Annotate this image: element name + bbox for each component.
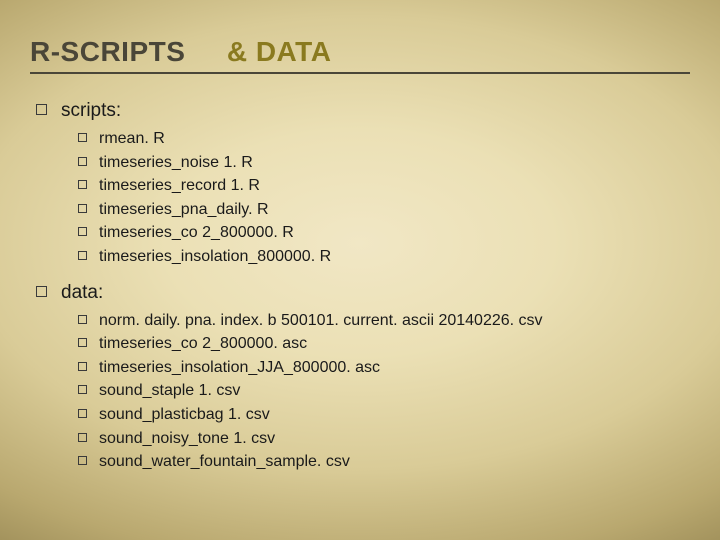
square-bullet-icon — [78, 157, 87, 166]
square-bullet-icon — [78, 433, 87, 442]
list-item: timeseries_noise 1. R — [78, 152, 690, 174]
list-item-label: rmean. R — [99, 128, 165, 150]
square-bullet-icon — [78, 204, 87, 213]
section-label: scripts: — [61, 100, 121, 122]
slide-content: scripts: rmean. R timeseries_noise 1. R … — [36, 100, 690, 487]
title-part2: & DATA — [227, 36, 332, 67]
section-heading: scripts: — [36, 100, 690, 122]
list-item-label: sound_staple 1. csv — [99, 380, 240, 402]
list-item: timeseries_co 2_800000. R — [78, 222, 690, 244]
list-item: timeseries_insolation_JJA_800000. asc — [78, 357, 690, 379]
list-item-label: timeseries_pna_daily. R — [99, 199, 269, 221]
title-underline — [30, 72, 690, 74]
list-item-label: timeseries_record 1. R — [99, 175, 260, 197]
list-item-label: timeseries_co 2_800000. asc — [99, 333, 307, 355]
list-item: sound_water_fountain_sample. csv — [78, 451, 690, 473]
section-list: rmean. R timeseries_noise 1. R timeserie… — [78, 128, 690, 268]
list-item-label: norm. daily. pna. index. b 500101. curre… — [99, 310, 543, 332]
square-bullet-icon — [78, 180, 87, 189]
section-heading: data: — [36, 282, 690, 304]
section-list: norm. daily. pna. index. b 500101. curre… — [78, 310, 690, 473]
list-item-label: sound_noisy_tone 1. csv — [99, 428, 275, 450]
list-item: sound_plasticbag 1. csv — [78, 404, 690, 426]
list-item: sound_staple 1. csv — [78, 380, 690, 402]
list-item-label: timeseries_noise 1. R — [99, 152, 253, 174]
list-item: timeseries_insolation_800000. R — [78, 246, 690, 268]
list-item: timeseries_pna_daily. R — [78, 199, 690, 221]
square-bullet-icon — [78, 409, 87, 418]
slide-title-region: R-SCRIPTS & DATA — [30, 36, 690, 74]
square-bullet-icon — [78, 133, 87, 142]
square-bullet-icon — [78, 227, 87, 236]
square-bullet-icon — [36, 104, 47, 115]
list-item-label: timeseries_co 2_800000. R — [99, 222, 294, 244]
list-item: timeseries_record 1. R — [78, 175, 690, 197]
square-bullet-icon — [36, 286, 47, 297]
square-bullet-icon — [78, 456, 87, 465]
list-item: rmean. R — [78, 128, 690, 150]
list-item-label: sound_plasticbag 1. csv — [99, 404, 270, 426]
list-item-label: sound_water_fountain_sample. csv — [99, 451, 350, 473]
square-bullet-icon — [78, 315, 87, 324]
list-item-label: timeseries_insolation_JJA_800000. asc — [99, 357, 380, 379]
square-bullet-icon — [78, 251, 87, 260]
list-item: norm. daily. pna. index. b 500101. curre… — [78, 310, 690, 332]
title-part1: R-SCRIPTS — [30, 36, 185, 67]
square-bullet-icon — [78, 385, 87, 394]
section-label: data: — [61, 282, 103, 304]
list-item-label: timeseries_insolation_800000. R — [99, 246, 331, 268]
list-item: sound_noisy_tone 1. csv — [78, 428, 690, 450]
square-bullet-icon — [78, 338, 87, 347]
list-item: timeseries_co 2_800000. asc — [78, 333, 690, 355]
slide-title: R-SCRIPTS & DATA — [30, 36, 690, 72]
square-bullet-icon — [78, 362, 87, 371]
